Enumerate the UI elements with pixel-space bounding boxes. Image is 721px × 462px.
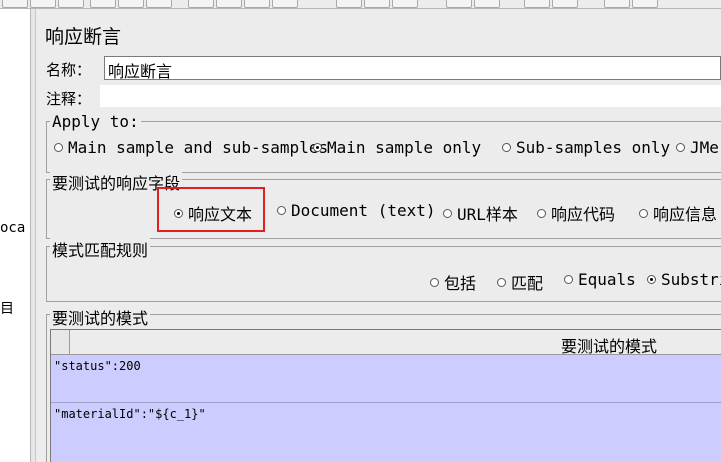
toolbar-button[interactable]: [474, 0, 500, 8]
radio-icon: [537, 208, 546, 218]
radio-main-only[interactable]: Main sample only: [313, 138, 481, 157]
radio-url-sample[interactable]: URL样本: [443, 201, 518, 225]
radio-checked-icon: [313, 143, 322, 152]
radio-document-text[interactable]: Document (text): [277, 201, 436, 220]
radio-icon: [277, 206, 286, 215]
tree-item-fragment[interactable]: 目: [0, 298, 14, 318]
radio-icon: [443, 208, 452, 218]
toolbar-button[interactable]: [118, 0, 144, 8]
radio-sub-only[interactable]: Sub-samples only: [502, 138, 670, 157]
name-label: 名称：: [46, 61, 92, 79]
toolbar-button[interactable]: [524, 0, 550, 8]
radio-response-code[interactable]: 响应代码: [537, 201, 615, 225]
radio-icon: [430, 277, 439, 287]
patterns-title: 要测试的模式: [50, 305, 151, 329]
radio-jmeter-variable[interactable]: JMe: [676, 138, 719, 157]
patterns-table[interactable]: 要测试的模式 "status":200 "materialId":"${c_1}…: [50, 329, 721, 462]
column-header[interactable]: 要测试的模式: [561, 333, 657, 357]
toolbar-button[interactable]: [58, 0, 84, 8]
table-row[interactable]: "materialId":"${c_1}": [51, 403, 721, 462]
comment-label: 注释：: [46, 90, 92, 108]
table-header: 要测试的模式: [51, 330, 721, 357]
radio-icon: [497, 277, 506, 287]
comment-field[interactable]: [100, 85, 721, 107]
radio-icon: [502, 143, 511, 152]
test-plan-tree[interactable]: oca 目: [0, 9, 31, 462]
radio-icon: [676, 143, 685, 152]
row-header-corner: [51, 330, 70, 354]
apply-to-title: Apply to:: [50, 112, 141, 131]
radio-substring[interactable]: Substri: [647, 270, 721, 289]
toolbar-button[interactable]: [244, 0, 270, 8]
toolbar-button[interactable]: [392, 0, 418, 8]
radio-contains[interactable]: 包括: [430, 270, 476, 294]
toolbar-button[interactable]: [146, 0, 172, 8]
radio-response-message[interactable]: 响应信息: [639, 201, 717, 225]
toolbar: [0, 0, 721, 9]
toolbar-button[interactable]: [272, 0, 298, 8]
response-assertion-panel: 响应断言 名称： 响应断言 注释： Apply to: Main sample …: [36, 9, 721, 462]
toolbar-button[interactable]: [364, 0, 390, 8]
radio-icon: [54, 143, 63, 152]
toolbar-button[interactable]: [632, 0, 658, 8]
page-title: 响应断言: [45, 26, 122, 48]
toolbar-button[interactable]: [604, 0, 630, 8]
radio-checked-icon: [647, 275, 656, 284]
highlight-box: [157, 187, 265, 232]
toolbar-button[interactable]: [30, 0, 56, 8]
name-field[interactable]: 响应断言: [104, 56, 721, 81]
radio-icon: [639, 208, 648, 218]
radio-equals[interactable]: Equals: [564, 270, 636, 289]
toolbar-button[interactable]: [552, 0, 578, 8]
toolbar-button[interactable]: [336, 0, 362, 8]
radio-main-and-sub[interactable]: Main sample and sub-samples: [54, 138, 328, 157]
toolbar-button[interactable]: [90, 0, 116, 8]
radio-icon: [564, 275, 573, 284]
toolbar-button[interactable]: [216, 0, 242, 8]
toolbar-button[interactable]: [2, 0, 28, 8]
tree-item-fragment[interactable]: oca: [0, 220, 25, 236]
table-row[interactable]: "status":200: [51, 355, 721, 403]
pattern-rules-title: 模式匹配规则: [50, 237, 151, 261]
toolbar-button[interactable]: [188, 0, 214, 8]
toolbar-button[interactable]: [446, 0, 472, 8]
radio-matches[interactable]: 匹配: [497, 270, 543, 294]
